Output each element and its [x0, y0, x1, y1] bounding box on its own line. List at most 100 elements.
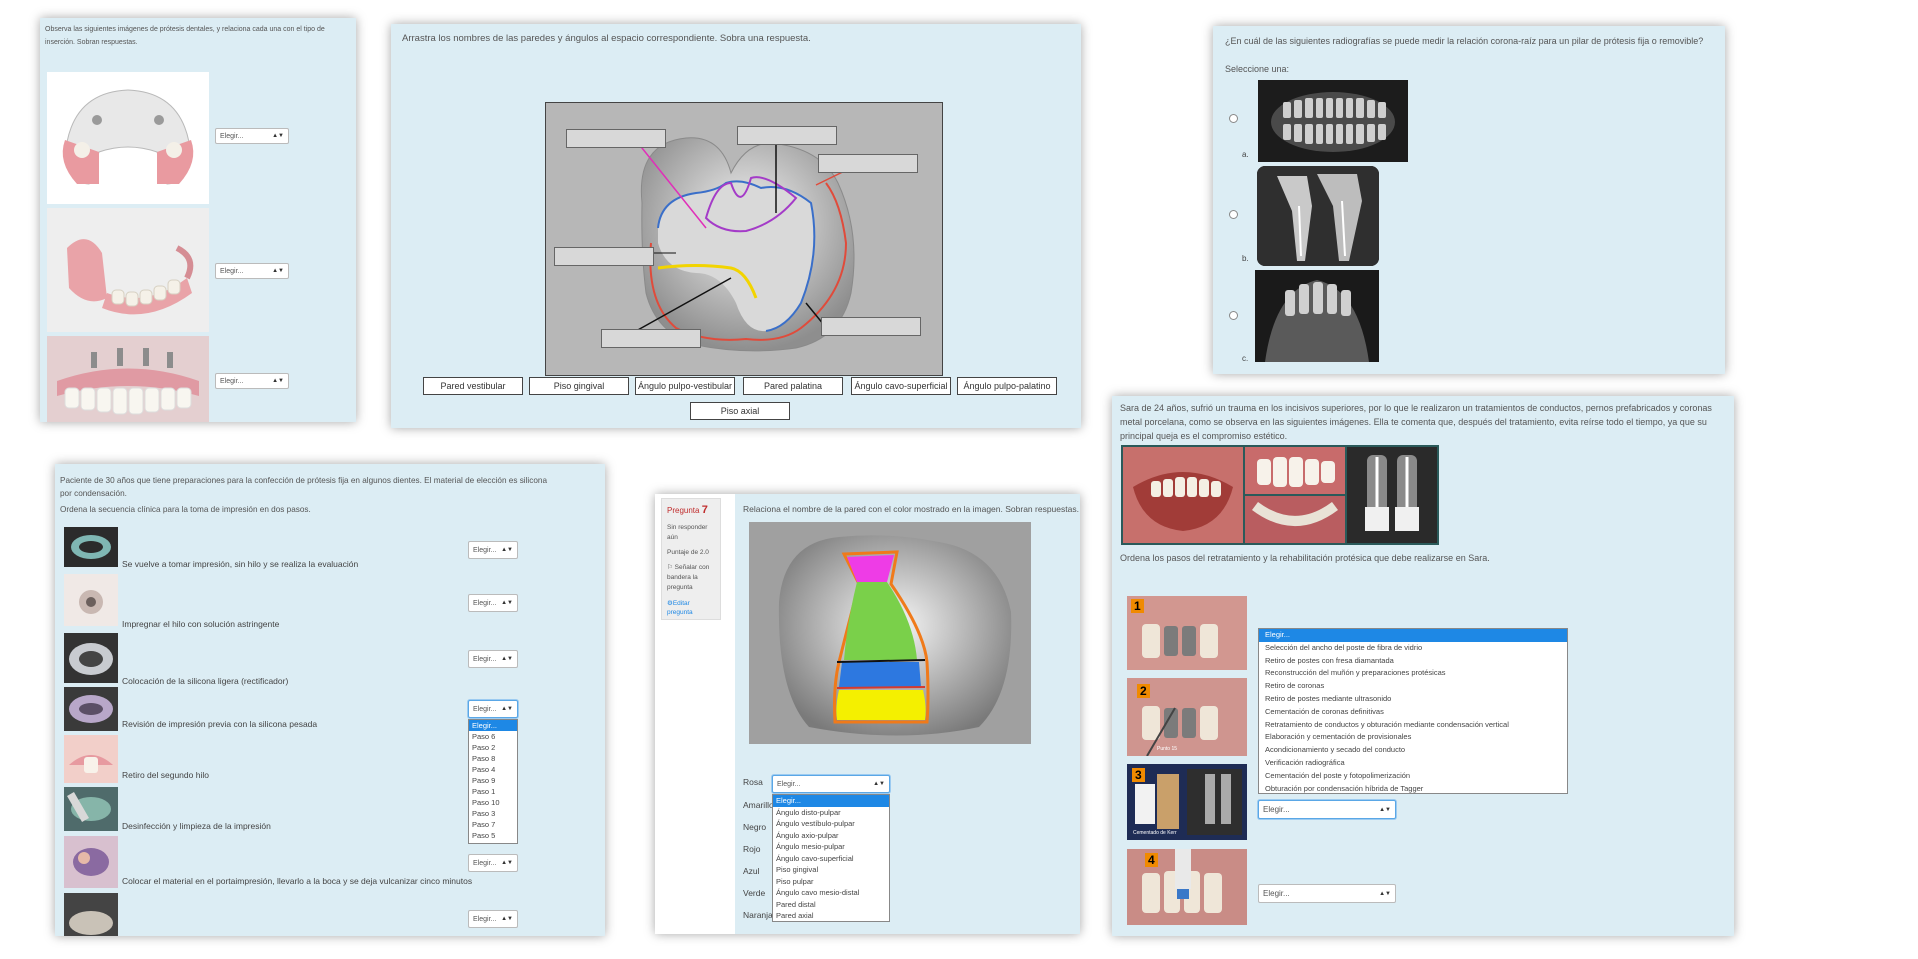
color-select-open[interactable]: Elegir... ▲▼	[772, 775, 890, 793]
dropdown-option[interactable]: Paso 5	[469, 830, 517, 841]
drop-zone[interactable]	[737, 126, 837, 145]
drag-option[interactable]: Pared palatina	[743, 377, 843, 395]
radiograph-occlusal[interactable]	[1255, 270, 1379, 362]
wall-dropdown-list[interactable]: Elegir... Ángulo disto-pulpar Ángulo ves…	[772, 794, 890, 922]
palatal-view-photo	[1245, 496, 1345, 543]
radio-option-a[interactable]	[1229, 114, 1238, 123]
step-label: Revisión de impresión previa con la sili…	[122, 719, 318, 729]
dropdown-option[interactable]: Obturación por condensación híbrida de T…	[1259, 783, 1567, 796]
step-select-4[interactable]: Elegir... ▲▼	[1258, 884, 1396, 903]
dropdown-option[interactable]: Elegir...	[1259, 629, 1567, 642]
dropdown-option[interactable]: Pared distal	[773, 899, 889, 911]
step-select[interactable]: Elegir... ▲▼	[468, 541, 518, 559]
chevron-down-icon: ▲▼	[873, 781, 885, 787]
dropdown-option[interactable]: Cementación del poste y fotopolimerizaci…	[1259, 770, 1567, 783]
instruction-text: Observa las siguientes imágenes de próte…	[45, 26, 325, 46]
drag-option[interactable]: Pared vestibular	[423, 377, 523, 395]
choice-label: b.	[1242, 254, 1249, 263]
question-panel-impression-sequence: Paciente de 30 años que tiene preparacio…	[55, 464, 605, 936]
step-select[interactable]: Elegir... ▲▼	[468, 594, 518, 612]
step-select[interactable]: Elegir... ▲▼	[468, 854, 518, 872]
question-number: Pregunta 7	[667, 504, 708, 516]
step-photo-3: 3 Cementado de Kerr	[1127, 764, 1247, 840]
radiograph-panoramic[interactable]	[1258, 80, 1408, 162]
instruction-text: Ordena los pasos del retratamiento y la …	[1120, 553, 1490, 563]
xray-photo	[1347, 447, 1437, 543]
step-dropdown-list[interactable]: Elegir... Paso 6 Paso 2 Paso 8 Paso 4 Pa…	[468, 719, 518, 844]
step-photo	[64, 527, 118, 567]
dropdown-option[interactable]: Cementación de coronas definitivas	[1259, 706, 1567, 719]
step-number-badge: 4	[1145, 853, 1158, 867]
step-select[interactable]: Elegir... ▲▼	[468, 650, 518, 668]
dropdown-option[interactable]: Selección del ancho del poste de fibra d…	[1259, 642, 1567, 655]
radio-option-b[interactable]	[1229, 210, 1238, 219]
prosthesis-select-1[interactable]: Elegir... ▲▼	[215, 128, 289, 144]
step-select-open[interactable]: Elegir... ▲▼	[468, 700, 518, 718]
intro-text: Paciente de 30 años que tiene preparacio…	[60, 476, 548, 498]
color-label: Negro	[743, 822, 767, 832]
prosthesis-select-2[interactable]: Elegir... ▲▼	[215, 263, 289, 279]
dropdown-option[interactable]: Piso gingival	[773, 864, 889, 876]
dropdown-option[interactable]: Ángulo vestíbulo-pulpar	[773, 818, 889, 830]
chevron-down-icon: ▲▼	[1379, 806, 1391, 813]
step-photo	[64, 735, 118, 783]
step-photo	[64, 574, 118, 626]
step-label: Colocación de la silicona ligera (rectif…	[122, 676, 289, 686]
dropdown-option[interactable]: Pared axial	[773, 910, 889, 922]
radio-option-c[interactable]	[1229, 311, 1238, 320]
dropdown-option[interactable]: Reconstrucción del muñón y preparaciones…	[1259, 667, 1567, 680]
dropdown-option[interactable]: Paso 4	[469, 764, 517, 775]
dropdown-option[interactable]: Ángulo axio-pulpar	[773, 830, 889, 842]
question-panel-color-walls: Pregunta 7 Sin responder aún Puntaje de …	[655, 494, 1080, 934]
question-panel-prosthesis: Observa las siguientes imágenes de próte…	[40, 18, 356, 422]
drop-zone[interactable]	[554, 247, 654, 266]
dropdown-option[interactable]: Paso 9	[469, 775, 517, 786]
dropdown-option[interactable]: Ángulo disto-pulpar	[773, 807, 889, 819]
step-dropdown-list[interactable]: Elegir... Selección del ancho del poste …	[1258, 628, 1568, 794]
flag-icon: ⚐	[667, 564, 673, 571]
drag-option[interactable]: Ángulo pulpo-palatino	[957, 377, 1057, 395]
dropdown-option[interactable]: Verificación radiográfica	[1259, 757, 1567, 770]
step-select-3[interactable]: Elegir... ▲▼	[1258, 800, 1396, 819]
dropdown-option[interactable]: Ángulo cavo mesio-distal	[773, 887, 889, 899]
prosthesis-select-3[interactable]: Elegir... ▲▼	[215, 373, 289, 389]
drag-option[interactable]: Piso axial	[690, 402, 790, 420]
step-label: Desinfección y limpieza de la impresión	[122, 821, 271, 831]
dropdown-option[interactable]: Paso 8	[469, 753, 517, 764]
instruction-text: Arrastra los nombres de las paredes y án…	[402, 33, 811, 44]
dropdown-option[interactable]: Ángulo cavo-superficial	[773, 853, 889, 865]
dropdown-option[interactable]: Paso 10	[469, 797, 517, 808]
dropdown-option[interactable]: Elegir...	[469, 720, 517, 731]
dropdown-option[interactable]: Retratamiento de conductos y obturación …	[1259, 719, 1567, 732]
drop-zone[interactable]	[601, 329, 701, 348]
edit-question-link[interactable]: ⚙Editar pregunta	[667, 599, 717, 617]
question-text: ¿En cuál de las siguientes radiografías …	[1225, 36, 1704, 46]
dropdown-option[interactable]: Piso pulpar	[773, 876, 889, 888]
prosthesis-image-2	[47, 208, 209, 332]
chevron-down-icon: ▲▼	[272, 378, 284, 384]
dropdown-option[interactable]: Retiro de coronas	[1259, 680, 1567, 693]
dropdown-option[interactable]: Elaboración y cementación de provisional…	[1259, 731, 1567, 744]
drop-zone[interactable]	[566, 129, 666, 148]
question-body: Relaciona el nombre de la pared con el c…	[735, 494, 1080, 934]
dropdown-option[interactable]: Retiro de postes mediante ultrasonido	[1259, 693, 1567, 706]
dropdown-option[interactable]: Paso 1	[469, 786, 517, 797]
intro-text: Sara de 24 años, sufrió un trauma en los…	[1120, 403, 1712, 441]
drag-option[interactable]: Ángulo pulpo-vestibular	[635, 377, 735, 395]
dropdown-option[interactable]: Paso 6	[469, 731, 517, 742]
drag-option[interactable]: Ángulo cavo-superficial	[851, 377, 951, 395]
drag-option[interactable]: Piso gingival	[529, 377, 629, 395]
radiograph-periapical[interactable]	[1257, 166, 1379, 266]
dropdown-option[interactable]: Elegir...	[773, 795, 889, 807]
drop-zone[interactable]	[818, 154, 918, 173]
dropdown-option[interactable]: Paso 3	[469, 808, 517, 819]
step-select[interactable]: Elegir... ▲▼	[468, 910, 518, 928]
dropdown-option[interactable]: Paso 2	[469, 742, 517, 753]
dropdown-option[interactable]: Paso 7	[469, 819, 517, 830]
dropdown-option[interactable]: Acondicionamiento y secado del conducto	[1259, 744, 1567, 757]
question-panel-radiographs: ¿En cuál de las siguientes radiografías …	[1213, 26, 1725, 374]
dropdown-option[interactable]: Retiro de postes con fresa diamantada	[1259, 655, 1567, 668]
dropdown-option[interactable]: Ángulo mesio-pulpar	[773, 841, 889, 853]
drop-zone[interactable]	[821, 317, 921, 336]
flag-question-link[interactable]: ⚐ Señalar con bandera la pregunta	[667, 563, 717, 593]
